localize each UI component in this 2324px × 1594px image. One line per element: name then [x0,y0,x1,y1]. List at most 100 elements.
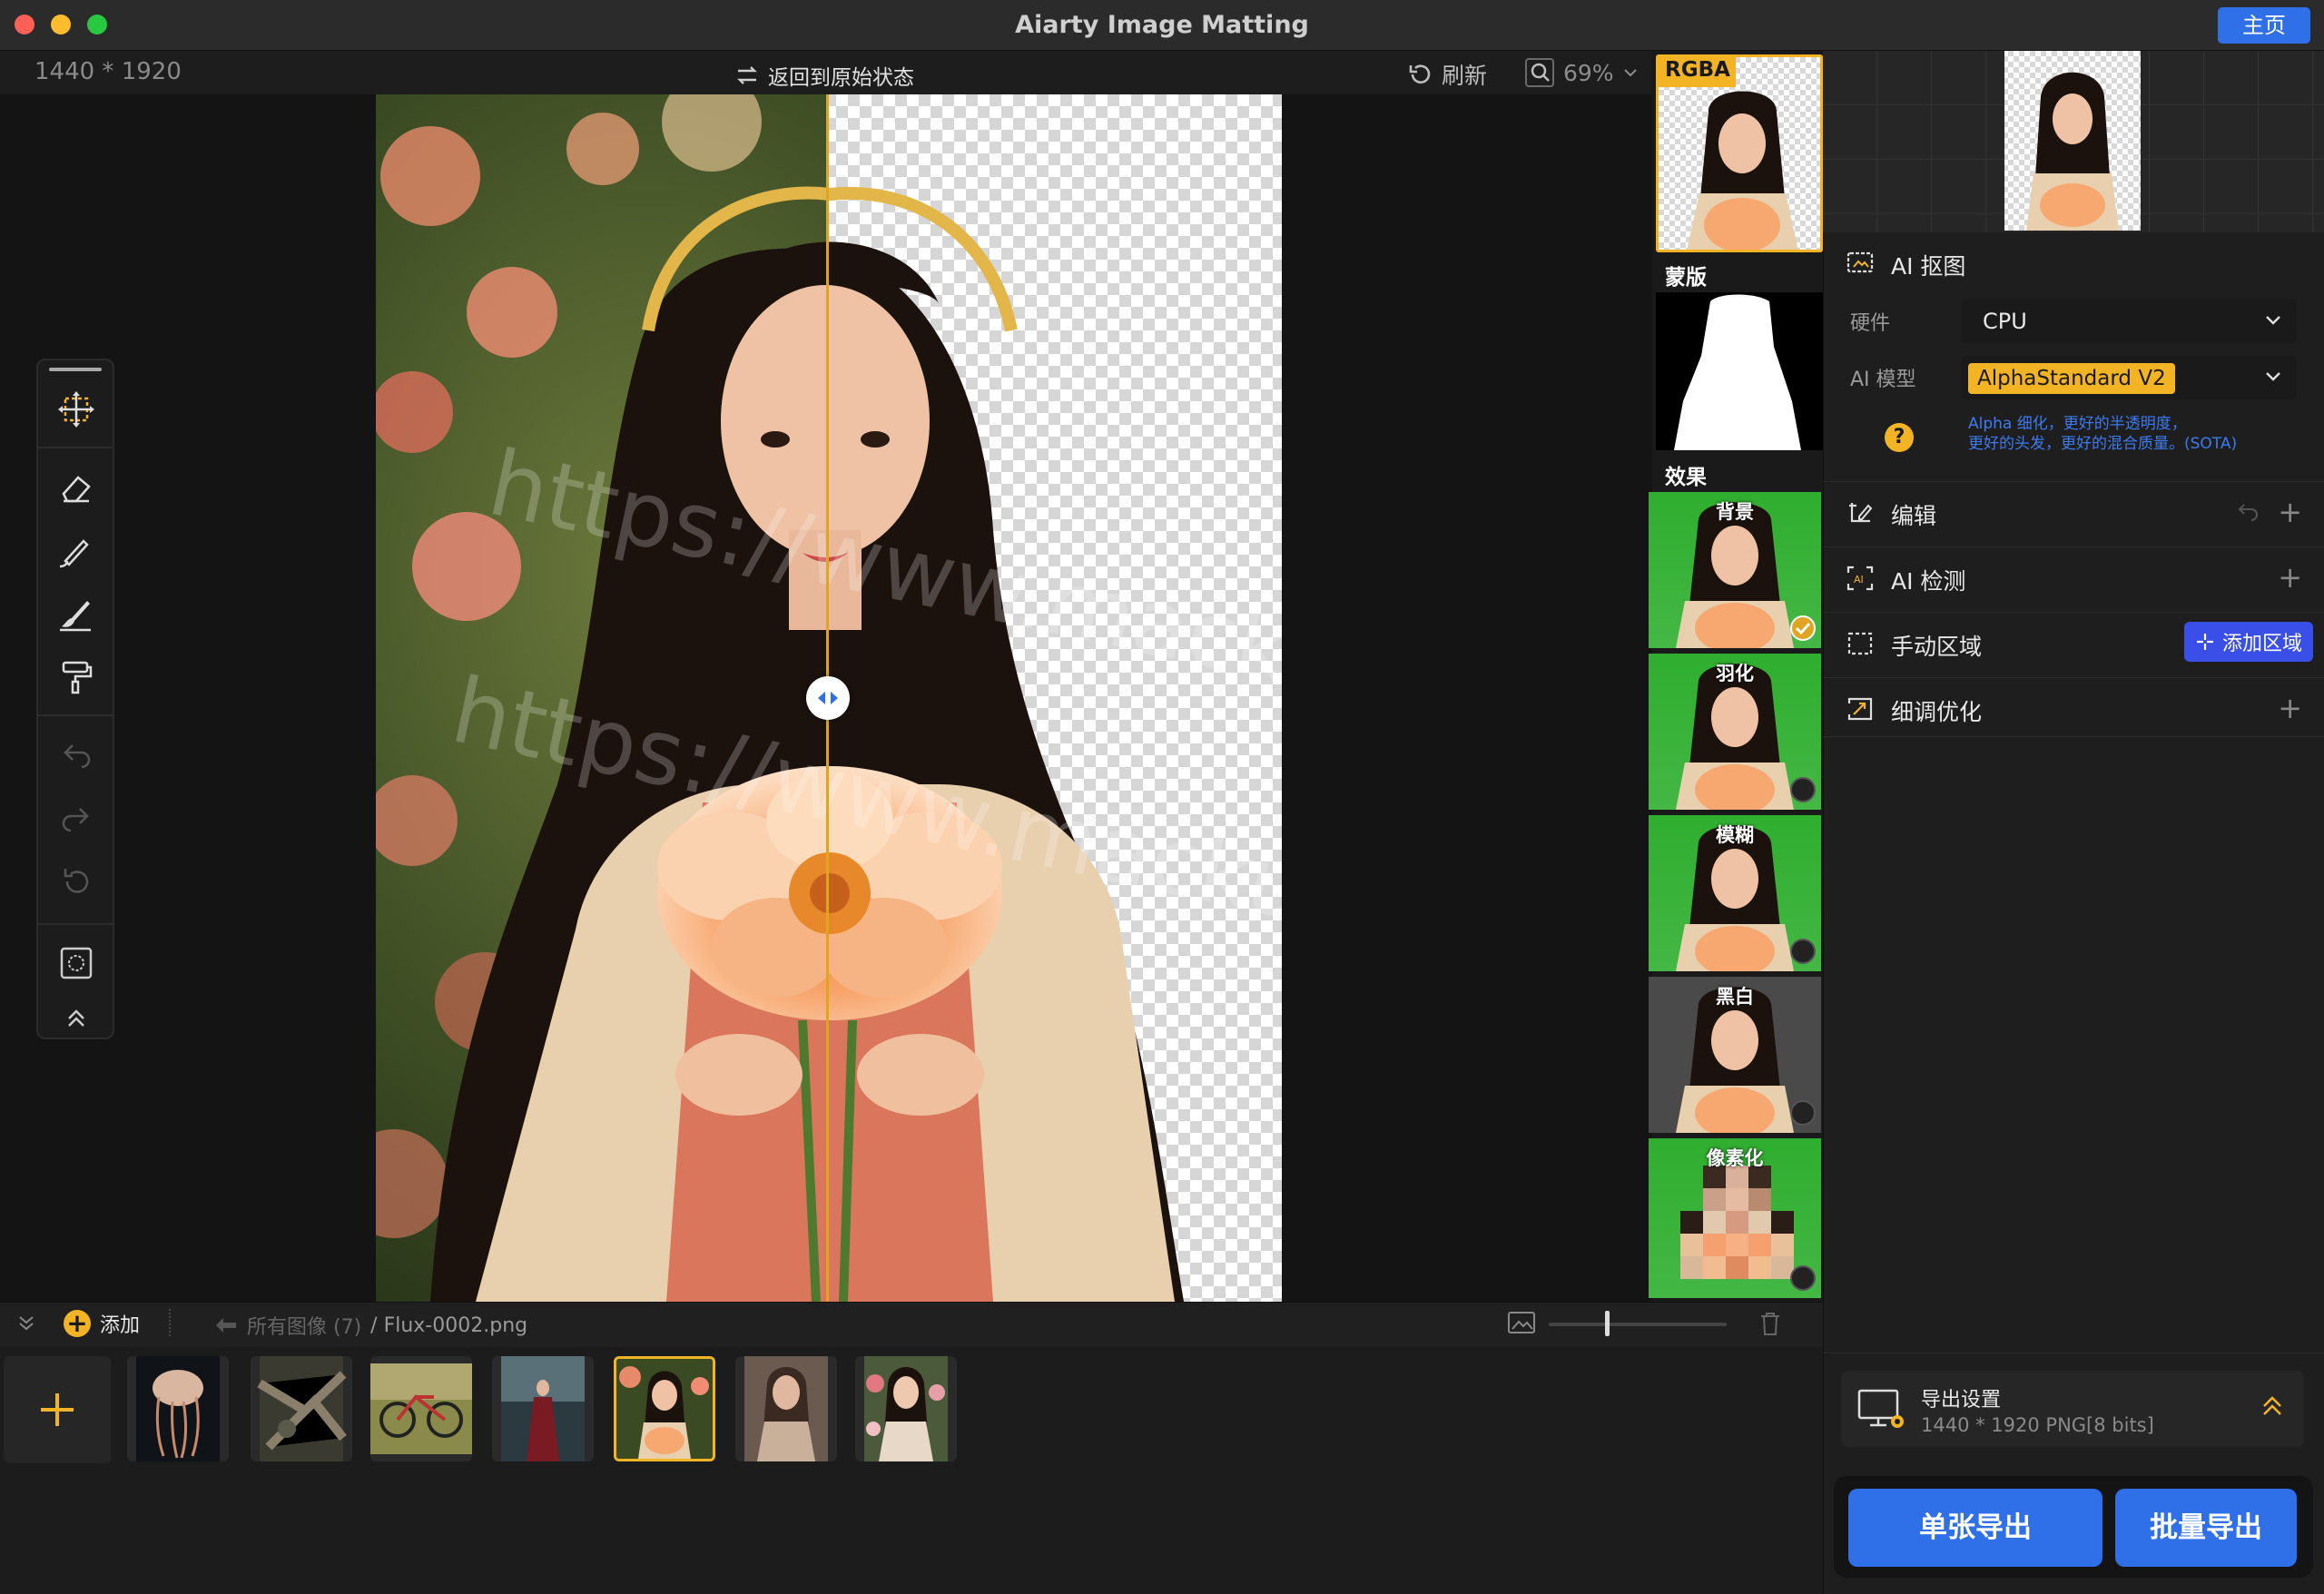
effect-label: 模糊 [1716,824,1754,846]
add-edit-icon[interactable]: + [2278,495,2302,529]
reset-icon[interactable] [54,860,98,903]
model-label: AI 模型 [1850,369,1916,391]
effect-background-tile[interactable]: 背景 [1649,492,1821,648]
revert-label: 返回到原始状态 [768,66,914,90]
breadcrumb: 所有图像 (7) / Flux-0002.png [214,1311,527,1340]
refresh-label: 刷新 [1442,63,1488,89]
eraser-tool-icon[interactable] [54,465,98,508]
edit-section[interactable]: 编辑 + [1823,481,2324,541]
hardware-value: CPU [1983,309,2027,334]
thumbnail-woman-portrait[interactable] [735,1356,837,1461]
mask-preview[interactable] [1656,292,1823,450]
model-desc-line-2: 更好的头发，更好的混合质量。(SOTA) [1968,435,2238,453]
thumbnail-woman-red-dress[interactable] [492,1356,594,1461]
home-button[interactable]: 主页 [2218,7,2310,44]
radio-icon [1790,1100,1816,1126]
radio-icon [1790,777,1816,802]
image-dimensions: 1440 * 1920 [34,58,182,85]
ai-detect-title: AI 检测 [1891,568,1966,595]
help-icon[interactable]: ? [1885,423,1914,452]
hardware-select[interactable]: CPU [1961,300,2297,343]
move-tool-icon[interactable] [54,388,98,431]
effect-label: 黑白 [1716,986,1754,1008]
ai-matting-title: AI 抠图 [1891,253,1966,280]
thumbnail-forest-debris[interactable] [251,1356,352,1461]
brush-tool-icon[interactable] [54,528,98,572]
navigator-preview[interactable] [1823,51,2324,232]
refresh-icon [1407,62,1433,87]
ai-matting-icon [1846,251,1874,276]
batch-export-button[interactable]: 批量导出 [2115,1489,2297,1567]
add-region-button[interactable]: 添加区域 [2183,622,2313,662]
undo-icon[interactable] [54,733,98,776]
effect-label: 羽化 [1716,663,1754,684]
model-select[interactable]: AlphaStandard V2 [1961,356,2297,399]
collapse-down-icon[interactable] [16,1313,36,1333]
thumbnail-girl-flower[interactable] [614,1356,715,1461]
refine-icon [1846,696,1874,722]
revert-button[interactable]: 返回到原始状态 [735,60,914,91]
manual-region-icon [1846,631,1874,656]
ai-detect-section[interactable]: AI AI 检测 + [1823,546,2324,606]
roller-tool-icon[interactable] [54,655,98,699]
refine-section[interactable]: 细调优化 + [1823,677,2324,737]
add-refine-icon[interactable]: + [2278,691,2302,725]
model-value: AlphaStandard V2 [1968,363,2175,394]
expand-up-icon[interactable] [2259,1392,2286,1420]
split-handle-icon[interactable] [806,676,850,720]
current-file: / Flux-0002.png [370,1314,528,1337]
thumbnail-woman-roses[interactable] [855,1356,957,1461]
add-image-tile[interactable] [4,1356,111,1463]
selection-tool-icon[interactable] [54,941,98,985]
effects-label: 效果 [1665,466,1707,489]
thumbnail-jellyfish[interactable] [127,1356,229,1461]
effect-blur-tile[interactable]: 模糊 [1649,815,1821,971]
trash-icon[interactable] [1759,1311,1781,1336]
paint-tool-icon[interactable] [54,592,98,635]
mask-label: 蒙版 [1665,266,1707,290]
hardware-label: 硬件 [1850,312,1891,335]
effect-pixelate-tile[interactable]: 像素化 [1649,1138,1821,1298]
divider [169,1309,171,1336]
all-images-link[interactable]: 所有图像 (7) [247,1311,361,1340]
radio-icon [1790,1265,1816,1291]
revert-icon [735,64,759,86]
chevron-down-icon [2264,370,2282,383]
refine-title: 细调优化 [1891,699,1983,725]
effect-bw-tile[interactable]: 黑白 [1649,977,1821,1133]
single-export-button[interactable]: 单张导出 [1848,1489,2102,1567]
ai-detect-icon: AI [1846,566,1874,591]
thumbnail-bicycle[interactable] [370,1356,472,1461]
add-region-label: 添加区域 [2221,633,2302,655]
add-images-button[interactable]: + 添加 [64,1309,140,1338]
zoom-control[interactable]: 69% [1525,58,1638,87]
tool-divider [38,923,113,925]
export-settings[interactable]: 导出设置 1440 * 1920 PNG[8 bits] [1841,1371,2304,1447]
ai-matting-section: AI 抠图 [1823,232,2324,292]
plus-icon [41,1393,74,1426]
refresh-button[interactable]: 刷新 [1407,58,1487,91]
model-description: Alpha 细化，更好的半透明度， 更好的头发，更好的混合质量。(SOTA) [1968,414,2237,454]
redo-icon[interactable] [54,796,98,840]
slider-thumb[interactable] [1605,1311,1610,1336]
zoom-value: 69% [1563,59,1614,86]
add-circle-icon: + [64,1310,91,1337]
model-desc-line-1: Alpha 细化，更好的半透明度， [1968,415,2187,433]
window-title: Aiarty Image Matting [1015,11,1309,39]
collapse-up-icon[interactable] [54,996,98,1039]
edit-title: 编辑 [1891,503,1937,529]
checkmark-icon [1790,615,1816,641]
effect-feather-tile[interactable]: 羽化 [1649,654,1821,810]
back-arrow-icon[interactable] [214,1316,238,1334]
manual-region-section[interactable]: 手动区域 添加区域 [1823,612,2324,672]
radio-icon [1790,939,1816,964]
tool-panel [36,359,114,1039]
undo-icon[interactable] [2233,500,2260,522]
add-ai-detect-icon[interactable]: + [2278,560,2302,595]
effect-label: 背景 [1716,501,1754,523]
panel-grip[interactable] [49,368,102,371]
chevron-down-icon [1623,67,1638,78]
export-settings-icon [1857,1387,1906,1432]
thumbnail-size-slider[interactable] [1549,1323,1727,1326]
rgba-label: RGBA [1665,58,1730,82]
